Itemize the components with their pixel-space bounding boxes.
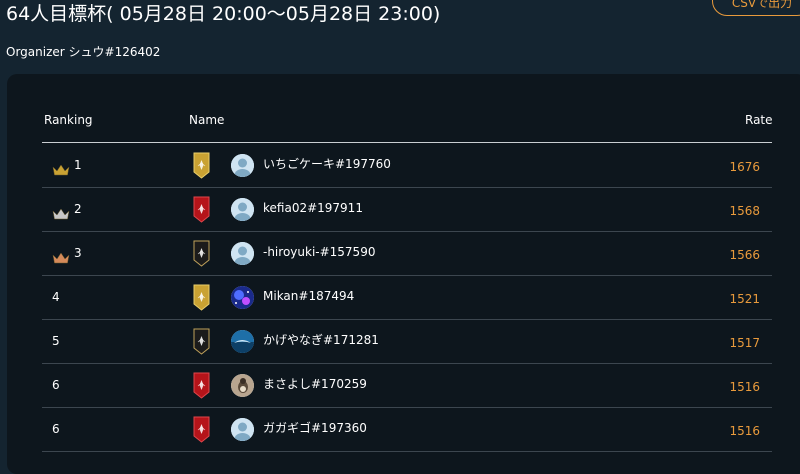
table-row[interactable]: 5 かげやなぎ#171281 1517: [42, 320, 772, 364]
avatar[interactable]: [231, 154, 254, 177]
avatar[interactable]: [231, 374, 254, 397]
rate-value: 1676: [729, 160, 760, 174]
rank-number: 1: [74, 158, 82, 172]
player-name-link[interactable]: かげやなぎ#171281: [263, 332, 379, 348]
table-row[interactable]: 6 まさよし#170259 1516: [42, 364, 772, 408]
bronze-crown-icon: [52, 249, 70, 264]
player-name-link[interactable]: ガガギゴ#197360: [263, 420, 367, 436]
table-row[interactable]: 6 ガガギゴ#197360 1516: [42, 408, 772, 452]
rank-number: 4: [52, 290, 60, 304]
gold-rank-badge-icon: [193, 284, 210, 311]
player-name-link[interactable]: Mikan#187494: [263, 288, 354, 304]
gold-crown-icon: [52, 161, 70, 176]
rate-value: 1517: [729, 336, 760, 350]
rank-number: 5: [52, 334, 60, 348]
player-name-link[interactable]: まさよし#170259: [263, 376, 367, 392]
player-name-link[interactable]: -hiroyuki-#157590: [263, 244, 375, 260]
red-rank-badge-icon: [193, 196, 210, 223]
avatar[interactable]: [231, 418, 254, 441]
avatar[interactable]: [231, 286, 254, 309]
red-rank-badge-icon: [193, 372, 210, 399]
black-rank-badge-icon: [193, 240, 210, 267]
rate-value: 1516: [729, 380, 760, 394]
table-row[interactable]: 1 いちごケーキ#197760 1676: [42, 144, 772, 188]
black-rank-badge-icon: [193, 328, 210, 355]
header-divider: [42, 142, 772, 143]
avatar[interactable]: [231, 330, 254, 353]
organizer-label: Organizer シュウ#126402: [6, 45, 161, 59]
column-header-rate: Rate: [745, 113, 773, 127]
rate-value: 1566: [729, 248, 760, 262]
rank-number: 6: [52, 378, 60, 392]
rate-value: 1521: [729, 292, 760, 306]
player-name-link[interactable]: いちごケーキ#197760: [263, 156, 391, 172]
red-rank-badge-icon: [193, 416, 210, 443]
page-title: 64人目標杯( 05月28日 20:00～05月28日 23:00): [6, 3, 441, 25]
rank-number: 2: [74, 202, 82, 216]
rank-number: 3: [74, 246, 82, 260]
column-header-name: Name: [189, 113, 225, 127]
rank-number: 6: [52, 422, 60, 436]
avatar[interactable]: [231, 198, 254, 221]
csv-export-button[interactable]: CSVで出力: [712, 0, 800, 16]
avatar[interactable]: [231, 242, 254, 265]
table-row[interactable]: 3 -hiroyuki-#157590 1566: [42, 232, 772, 276]
table-row[interactable]: 2 kefia02#197911 1568: [42, 188, 772, 232]
rate-value: 1516: [729, 424, 760, 438]
silver-crown-icon: [52, 205, 70, 220]
table-row[interactable]: 4 Mikan#187494 1521: [42, 276, 772, 320]
column-header-ranking: Ranking: [44, 113, 93, 127]
rate-value: 1568: [729, 204, 760, 218]
gold-rank-badge-icon: [193, 152, 210, 179]
player-name-link[interactable]: kefia02#197911: [263, 200, 363, 216]
